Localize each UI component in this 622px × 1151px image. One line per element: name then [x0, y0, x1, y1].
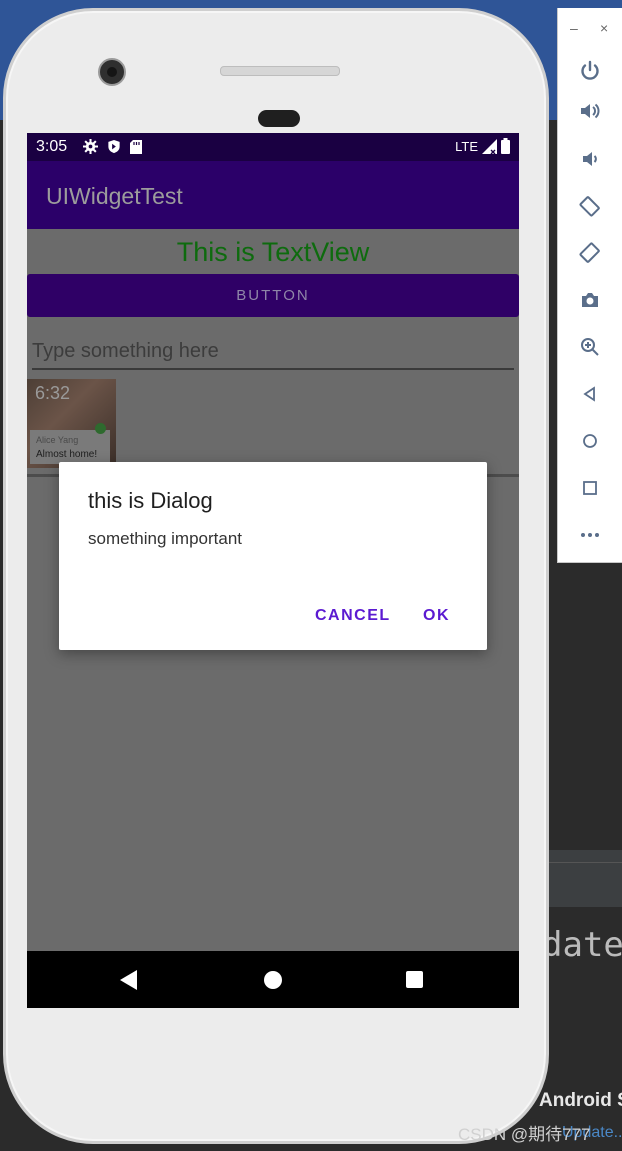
back-icon[interactable]	[575, 379, 605, 409]
dialog-cancel-button[interactable]: CANCEL	[315, 607, 391, 625]
sd-card-icon	[130, 139, 142, 154]
proximity-sensor	[258, 110, 300, 127]
close-icon[interactable]: ×	[600, 20, 608, 36]
image-time-text: 6:32	[35, 383, 71, 403]
image-view: 6:32 Alice Yang Almost home!	[27, 379, 116, 468]
image-contact-name: Alice Yang	[36, 435, 79, 445]
minimize-icon[interactable]: –	[570, 20, 578, 36]
dialog-ok-button[interactable]: OK	[423, 607, 450, 625]
shield-icon	[108, 139, 120, 154]
power-icon[interactable]	[575, 56, 605, 86]
nav-overview-icon[interactable]	[406, 971, 423, 988]
volume-down-icon[interactable]	[575, 144, 605, 174]
settings-icon	[83, 139, 98, 154]
home-icon[interactable]	[575, 426, 605, 456]
overview-icon[interactable]	[575, 473, 605, 503]
rotate-right-icon[interactable]	[575, 238, 605, 268]
image-notification-card: Alice Yang Almost home!	[30, 430, 110, 464]
zoom-icon[interactable]	[575, 332, 605, 362]
nav-home-icon[interactable]	[264, 971, 282, 989]
ide-tool-strip	[548, 862, 622, 907]
image-badge-icon	[95, 423, 106, 434]
ide-divider	[548, 850, 622, 862]
ide-code-fragment: date	[542, 925, 622, 965]
nav-back-icon[interactable]	[120, 970, 137, 990]
alert-dialog: this is Dialog something important CANCE…	[59, 462, 487, 650]
dialog-title: this is Dialog	[88, 488, 213, 513]
ide-panel-title: Android S	[539, 1090, 622, 1111]
watermark-text: CSDN @期待777	[458, 1125, 591, 1144]
battery-icon	[501, 138, 510, 154]
network-type: LTE	[455, 138, 478, 154]
front-camera	[98, 58, 126, 86]
status-system-icons: LTE	[455, 138, 510, 154]
emulator-toolbar: – ×	[557, 8, 622, 563]
main-button[interactable]: BUTTON	[27, 274, 519, 317]
app-title: UIWidgetTest	[46, 183, 183, 209]
edit-text-field[interactable]: Type something here	[32, 340, 514, 370]
more-icon[interactable]	[575, 520, 605, 550]
rotate-left-icon[interactable]	[575, 191, 605, 221]
earpiece-speaker	[220, 66, 340, 76]
status-time: 3:05	[36, 138, 68, 155]
text-view: This is TextView	[176, 237, 370, 267]
volume-up-icon[interactable]	[575, 96, 605, 126]
camera-icon[interactable]	[575, 285, 605, 315]
dialog-message: something important	[88, 529, 243, 548]
navigation-bar	[27, 951, 519, 1008]
status-bar: 3:05 LTE	[27, 133, 519, 161]
signal-icon	[482, 138, 497, 154]
status-notification-icons	[83, 139, 142, 154]
image-message-text: Almost home!	[36, 449, 98, 460]
app-bar: UIWidgetTest	[27, 161, 519, 229]
